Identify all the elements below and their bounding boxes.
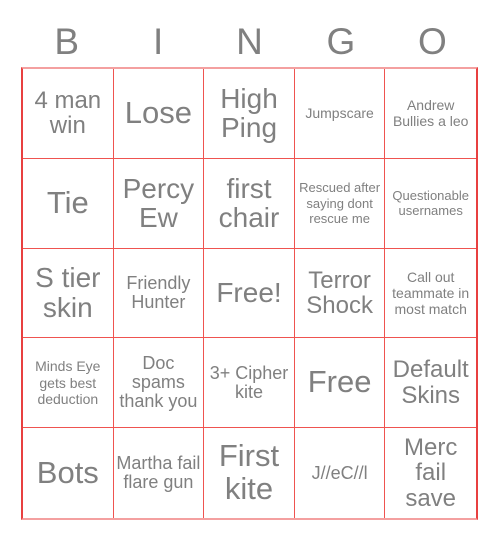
bingo-cell[interactable]: Bots xyxy=(23,428,114,518)
bingo-cell[interactable]: Doc spams thank you xyxy=(113,338,205,429)
bingo-cell[interactable]: Merc fail save xyxy=(385,428,476,518)
bingo-cell[interactable]: Friendly Hunter xyxy=(113,248,205,339)
bingo-header-letter-o: O xyxy=(417,21,447,62)
bingo-cell-label: Call out teammate in most match xyxy=(392,268,470,318)
bingo-card: B I N G O 4 man win Lose High Ping Jumpscar… xyxy=(0,0,500,544)
bingo-cell[interactable]: Free! xyxy=(204,248,295,339)
bingo-cell-label: Jumpscare xyxy=(305,105,374,122)
bingo-cell-label: J//eC//l xyxy=(311,462,368,483)
bingo-cell[interactable]: Free xyxy=(294,338,386,429)
bingo-cell[interactable]: Tie xyxy=(23,158,114,249)
bingo-header-letter-n: N xyxy=(236,21,263,62)
bingo-cell[interactable]: Terror Shock xyxy=(294,248,386,339)
bingo-header-letter-g: G xyxy=(326,21,356,62)
bingo-cell[interactable]: First kite xyxy=(204,428,295,518)
bingo-cell-label: Doc spams thank you xyxy=(119,353,198,412)
bingo-cell-label: Questionable usernames xyxy=(392,187,469,219)
bingo-cell[interactable]: Default Skins xyxy=(385,338,476,429)
bingo-cell[interactable]: High Ping xyxy=(204,69,295,159)
bingo-cell[interactable]: J//eC//l xyxy=(294,428,386,518)
bingo-cell-label: Friendly Hunter xyxy=(126,272,191,312)
bingo-cell[interactable]: Jumpscare xyxy=(294,69,386,159)
bingo-cell[interactable]: Percy Ew xyxy=(113,158,205,249)
bingo-header: B I N G O xyxy=(21,18,478,66)
bingo-cell-label: Minds Eye gets best deduction xyxy=(35,358,101,407)
bingo-cell-label: Martha fail flare gun xyxy=(116,453,201,493)
bingo-cell[interactable]: Lose xyxy=(113,69,205,159)
bingo-header-letter-i: I xyxy=(152,21,164,62)
bingo-cell-label: High Ping xyxy=(220,82,278,144)
bingo-cell-label: 3+ Cipher kite xyxy=(209,362,289,402)
bingo-cell[interactable]: Questionable usernames xyxy=(385,158,476,249)
bingo-cell[interactable]: 4 man win xyxy=(23,69,114,159)
bingo-cell[interactable]: S tier skin xyxy=(23,248,114,339)
bingo-cell[interactable]: first chair xyxy=(204,158,295,249)
bingo-cell-label: 4 man win xyxy=(34,86,102,140)
bingo-cell-label: Rescued after saying dont rescue me xyxy=(299,180,381,226)
bingo-cell[interactable]: Minds Eye gets best deduction xyxy=(23,338,114,429)
bingo-cell-label: first chair xyxy=(218,172,280,234)
bingo-cell-label: Percy Ew xyxy=(122,172,195,234)
bingo-cell[interactable]: 3+ Cipher kite xyxy=(204,338,295,429)
bingo-cell-label: Lose xyxy=(124,94,192,130)
bingo-cell-label: Tie xyxy=(46,184,89,220)
bingo-cell[interactable]: Rescued after saying dont rescue me xyxy=(294,158,386,249)
bingo-cell[interactable]: Martha fail flare gun xyxy=(113,428,205,518)
bingo-cell-label: Andrew Bullies a leo xyxy=(392,97,469,130)
bingo-cell-label: Bots xyxy=(36,454,99,490)
bingo-cell-label: Merc fail save xyxy=(404,433,458,512)
bingo-cell-label: Free! xyxy=(216,277,282,309)
bingo-cell-label: Terror Shock xyxy=(306,266,373,319)
bingo-cell-label: S tier skin xyxy=(35,262,101,323)
bingo-cell-label: First kite xyxy=(218,438,280,507)
bingo-cell-label: Free xyxy=(307,364,372,400)
bingo-cell[interactable]: Call out teammate in most match xyxy=(385,248,476,339)
bingo-cell[interactable]: Andrew Bullies a leo xyxy=(385,69,476,159)
bingo-cell-label: Default Skins xyxy=(392,356,469,409)
bingo-grid: 4 man win Lose High Ping Jumpscare Andrew Bu… xyxy=(21,67,478,520)
bingo-header-letter-b: B xyxy=(54,21,80,62)
